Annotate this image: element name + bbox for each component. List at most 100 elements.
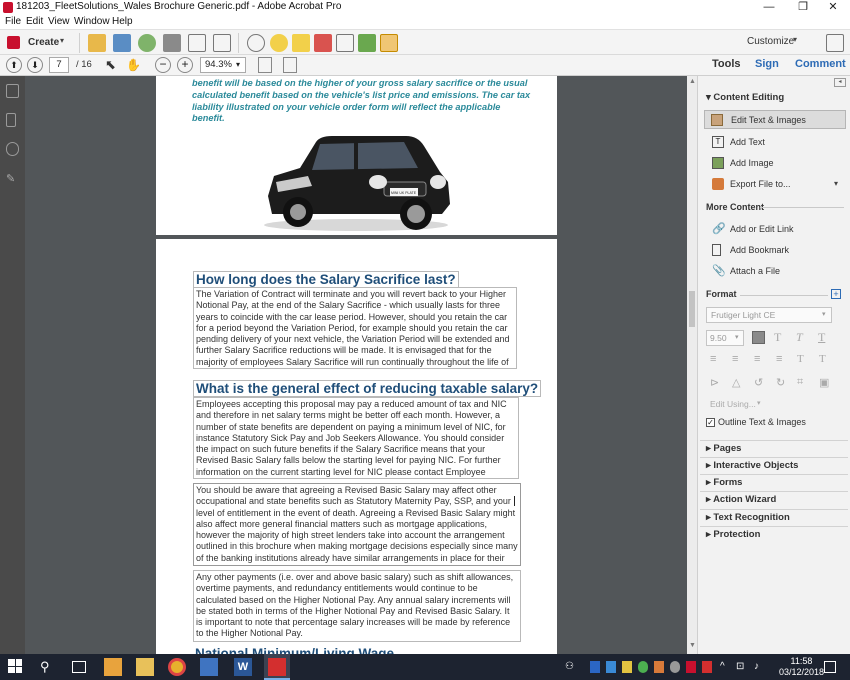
edit-pen-icon[interactable]: [188, 34, 206, 52]
attachments-icon[interactable]: [6, 142, 19, 156]
align-center-icon[interactable]: ≡: [732, 353, 738, 365]
text-recognition-section[interactable]: ▸ Text Recognition: [700, 509, 848, 525]
gear-icon[interactable]: [247, 34, 265, 52]
tray-app-icon[interactable]: [686, 661, 696, 673]
pages-section[interactable]: ▸ Pages: [700, 440, 848, 456]
superscript-icon[interactable]: T: [797, 353, 804, 365]
cloud-upload-icon[interactable]: [138, 34, 156, 52]
attach-file-item[interactable]: Attach a File: [730, 266, 780, 276]
people-icon[interactable]: ⚇: [565, 658, 583, 676]
page-thumbnails-icon[interactable]: [6, 84, 19, 98]
sign-tab[interactable]: Sign: [755, 58, 779, 70]
font-family-select[interactable]: Frutiger Light CE ▾: [706, 307, 832, 323]
protection-section[interactable]: ▸ Protection: [700, 526, 848, 542]
pane-menu-icon[interactable]: ◂: [834, 78, 846, 87]
notifications-icon[interactable]: [824, 661, 836, 673]
minimize-button[interactable]: —: [752, 0, 786, 15]
outline-checkbox[interactable]: ✓: [706, 418, 715, 427]
forms-section[interactable]: ▸ Forms: [700, 474, 848, 490]
page-number-input[interactable]: 7: [49, 57, 69, 73]
open-folder-icon[interactable]: [88, 34, 106, 52]
zoom-in-icon[interactable]: +: [177, 57, 193, 73]
tray-app-icon[interactable]: [622, 661, 632, 673]
highlight-icon[interactable]: [292, 34, 310, 52]
align-right-icon[interactable]: ≡: [754, 353, 760, 365]
task-view-icon[interactable]: [72, 661, 86, 673]
italic-t-icon[interactable]: T: [796, 330, 803, 345]
add-format-icon[interactable]: +: [831, 289, 841, 299]
save-icon[interactable]: [113, 34, 131, 52]
menu-file[interactable]: File: [5, 16, 21, 27]
tray-app-icon[interactable]: [654, 661, 664, 673]
add-edit-link-item[interactable]: Add or Edit Link: [730, 224, 794, 234]
zoom-out-icon[interactable]: −: [155, 57, 171, 73]
edit-text-images-button[interactable]: Edit Text & Images: [704, 110, 846, 129]
hand-tool-icon[interactable]: ✋: [126, 57, 142, 73]
next-page-icon[interactable]: ⬇: [27, 57, 43, 73]
tools-tab[interactable]: Tools: [712, 58, 741, 70]
search-icon[interactable]: ⚲: [40, 658, 58, 676]
subscript-icon[interactable]: T: [819, 353, 826, 365]
rotate-right-icon[interactable]: ↻: [776, 376, 785, 389]
add-text-item[interactable]: Add Text: [730, 137, 765, 147]
close-button[interactable]: ✕: [816, 0, 850, 15]
edit-pdf-icon[interactable]: [380, 34, 398, 52]
fullscreen-icon[interactable]: [826, 34, 844, 52]
signature-icon[interactable]: ✎: [6, 172, 19, 186]
windows-start-icon[interactable]: [8, 659, 22, 673]
add-image-item[interactable]: Add Image: [730, 158, 774, 168]
flip-icon[interactable]: ⊳: [710, 376, 719, 389]
delete-icon[interactable]: [314, 34, 332, 52]
document-view[interactable]: benefit will be based on the higher of y…: [25, 76, 687, 654]
add-bookmark-item[interactable]: Add Bookmark: [730, 245, 789, 255]
tray-app-icon[interactable]: [590, 661, 600, 673]
volume-icon[interactable]: ♪: [754, 658, 772, 676]
action-wizard-section[interactable]: ▸ Action Wizard: [700, 491, 848, 507]
chrome-app-icon[interactable]: [168, 658, 186, 676]
comment-bubble-icon[interactable]: [270, 34, 288, 52]
word-app-icon[interactable]: W: [234, 658, 252, 676]
rotate-left-icon[interactable]: ↺: [754, 376, 763, 389]
outlook-app-icon[interactable]: [104, 658, 122, 676]
maximize-button[interactable]: ❐: [786, 0, 820, 15]
text-block-salary-sacrifice[interactable]: The Variation of Contract will terminate…: [193, 287, 517, 369]
menu-help[interactable]: Help: [112, 16, 133, 27]
comment-tab[interactable]: Comment: [795, 58, 846, 70]
tray-app-icon[interactable]: [670, 661, 680, 673]
edit-using-label[interactable]: Edit Using...: [710, 399, 756, 409]
menu-window[interactable]: Window: [74, 16, 110, 27]
tray-app-icon[interactable]: [606, 661, 616, 673]
acrobat-taskbar-button[interactable]: [264, 654, 290, 680]
crop-icon[interactable]: ⌗: [797, 376, 803, 389]
scroll-down-icon[interactable]: ▼: [689, 642, 696, 649]
justify-icon[interactable]: ≡: [776, 353, 782, 365]
scroll-thumb[interactable]: [689, 291, 695, 327]
tray-app-icon[interactable]: [638, 661, 648, 673]
underline-t-icon[interactable]: T: [818, 330, 825, 345]
text-style-t-icon[interactable]: T: [774, 330, 781, 345]
menu-view[interactable]: View: [48, 16, 70, 27]
text-block-revised-salary[interactable]: You should be aware that agreeing a Revi…: [193, 483, 521, 566]
flip-vertical-icon[interactable]: △: [732, 376, 740, 389]
network-icon[interactable]: ⊡: [736, 658, 754, 676]
export-icon[interactable]: [358, 34, 376, 52]
font-size-select[interactable]: 9.50 ▾: [706, 330, 744, 346]
fit-page-icon[interactable]: [283, 57, 297, 73]
align-left-icon[interactable]: ≡: [710, 353, 716, 365]
document-scrollbar[interactable]: ▲ ▼: [687, 76, 697, 654]
print-icon[interactable]: [163, 34, 181, 52]
scroll-up-icon[interactable]: ▲: [689, 78, 696, 85]
text-block-other-payments[interactable]: Any other payments (i.e. over and above …: [193, 570, 521, 642]
zoom-select[interactable]: 94.3% ▾: [200, 57, 246, 73]
tray-app-icon[interactable]: [702, 661, 712, 673]
text-block-state-benefits[interactable]: Employees accepting this proposal may pa…: [193, 397, 519, 479]
replace-image-icon[interactable]: ▣: [819, 376, 829, 389]
customize-label[interactable]: Customize: [747, 36, 794, 47]
export-file-item[interactable]: Export File to...: [730, 179, 791, 189]
email-icon[interactable]: [213, 34, 231, 52]
fit-width-icon[interactable]: [258, 57, 272, 73]
compare-icon[interactable]: [336, 34, 354, 52]
file-explorer-icon[interactable]: [136, 658, 154, 676]
prev-page-icon[interactable]: ⬆: [6, 57, 22, 73]
create-button[interactable]: Create ▾: [4, 33, 70, 53]
